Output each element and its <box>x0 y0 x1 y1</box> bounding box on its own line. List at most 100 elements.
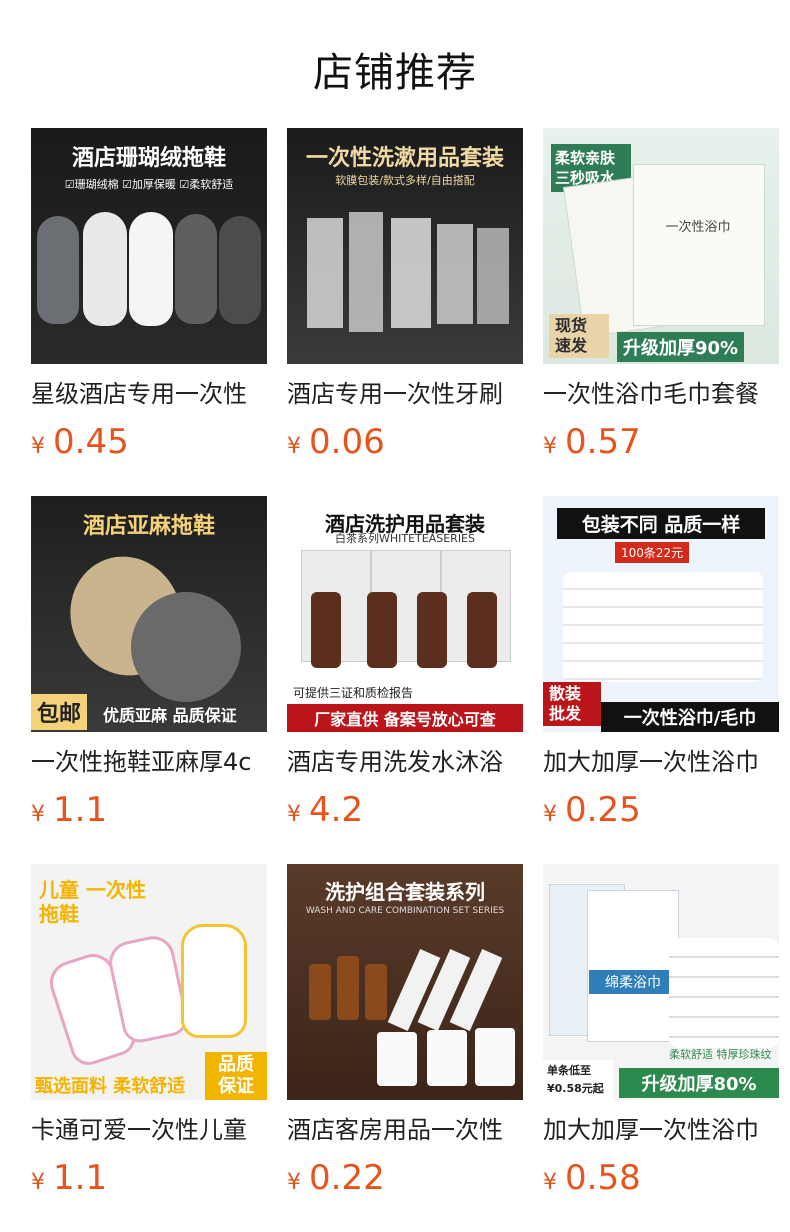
product-image[interactable]: 酒店亚麻拖鞋 包邮 优质亚麻 品质保证 <box>31 496 267 732</box>
currency-symbol: ¥ <box>543 434 557 459</box>
product-price: ¥0.25 <box>543 788 779 832</box>
bottle-shape <box>337 956 359 1020</box>
bottle-shape <box>417 592 447 668</box>
image-caption: 绵柔浴巾 <box>589 970 677 994</box>
currency-symbol: ¥ <box>543 1170 557 1195</box>
product-card[interactable]: 酒店亚麻拖鞋 包邮 优质亚麻 品质保证 一次性拖鞋亚麻厚4c ¥1.1 <box>31 496 267 864</box>
image-subcaption: 一次性浴巾 <box>665 220 731 235</box>
image-caption: 包装不同 品质一样 <box>557 508 765 539</box>
product-image[interactable]: 酒店珊瑚绒拖鞋 ☑珊瑚绒棉 ☑加厚保暖 ☑柔软舒适 <box>31 128 267 364</box>
image-caption: 酒店珊瑚绒拖鞋 <box>71 146 226 171</box>
image-subcaption: 白茶系列WHITETEASERIES <box>334 532 475 545</box>
badge-right: 升级加厚80% <box>619 1068 779 1098</box>
product-card[interactable]: 包装不同 品质一样 100条22元 散装 批发 一次性浴巾/毛巾 加大加厚一次性… <box>543 496 779 864</box>
currency-symbol: ¥ <box>287 434 301 459</box>
product-price: ¥0.58 <box>543 1156 779 1200</box>
product-image[interactable]: 柔软亲肤 三秒吸水 一次性浴巾 现货 速发 升级加厚90% <box>543 128 779 364</box>
price-value: 4.2 <box>309 790 364 830</box>
towel-pack-shape <box>587 890 679 1042</box>
price-value: 1.1 <box>53 1158 108 1198</box>
price-value: 0.25 <box>565 790 641 830</box>
price-value: 0.57 <box>565 422 641 462</box>
price-value: 0.22 <box>309 1158 385 1198</box>
towel-stack-shape <box>563 572 763 682</box>
product-grid: 酒店珊瑚绒拖鞋 ☑珊瑚绒棉 ☑加厚保暖 ☑柔软舒适 星级酒店专用一次性 ¥0.4… <box>31 128 779 1232</box>
product-price: ¥1.1 <box>31 1156 267 1200</box>
slipper-shape <box>181 924 247 1038</box>
product-image[interactable]: 包装不同 品质一样 100条22元 散装 批发 一次性浴巾/毛巾 <box>543 496 779 732</box>
page-title: 店铺推荐 <box>313 50 477 96</box>
badge-right: 优质亚麻 品质保证 <box>103 706 237 725</box>
price-value: 1.1 <box>53 790 108 830</box>
product-name[interactable]: 一次性拖鞋亚麻厚4c <box>31 746 267 778</box>
product-image[interactable]: 绵柔浴巾 柔软舒适 特厚珍珠纹 单条低至 ¥0.58元起 升级加厚80% <box>543 864 779 1100</box>
currency-symbol: ¥ <box>31 802 45 827</box>
slipper-shape <box>83 212 127 326</box>
product-card[interactable]: 一次性洗漱用品套装 软膜包装/款式多样/自由搭配 酒店专用一次性牙刷 ¥0.06 <box>287 128 523 496</box>
bottle-shape <box>311 592 341 668</box>
product-card[interactable]: 酒店珊瑚绒拖鞋 ☑珊瑚绒棉 ☑加厚保暖 ☑柔软舒适 星级酒店专用一次性 ¥0.4… <box>31 128 267 496</box>
bottle-shape <box>309 964 331 1020</box>
product-name[interactable]: 星级酒店专用一次性 <box>31 378 267 410</box>
towel-pack-shape <box>633 164 765 326</box>
product-pack-shape <box>437 224 473 324</box>
product-price: ¥4.2 <box>287 788 523 832</box>
product-card[interactable]: 酒店洗护用品套装 白茶系列WHITETEASERIES 可提供三证和质检报告 厂… <box>287 496 523 864</box>
badge-left: 包邮 <box>31 694 88 730</box>
product-price: ¥0.45 <box>31 420 267 464</box>
pouch-shape <box>427 1030 467 1086</box>
badge-top: 可提供三证和质检报告 <box>293 686 414 700</box>
slipper-shape <box>219 216 261 324</box>
image-subcaption: WASH AND CARE COMBINATION SET SERIES <box>305 906 505 916</box>
product-image[interactable]: 酒店洗护用品套装 白茶系列WHITETEASERIES 可提供三证和质检报告 厂… <box>287 496 523 732</box>
product-card[interactable]: 洗护组合套装系列 WASH AND CARE COMBINATION SET S… <box>287 864 523 1232</box>
product-name[interactable]: 加大加厚一次性浴巾 <box>543 746 779 778</box>
currency-symbol: ¥ <box>31 1170 45 1195</box>
product-name[interactable]: 酒店客房用品一次性 <box>287 1114 523 1146</box>
product-pack-shape <box>307 218 343 328</box>
product-name[interactable]: 酒店专用一次性牙刷 <box>287 378 523 410</box>
product-image[interactable]: 一次性洗漱用品套装 软膜包装/款式多样/自由搭配 <box>287 128 523 364</box>
bottle-shape <box>367 592 397 668</box>
badge-left: 现货 速发 <box>549 314 609 358</box>
slipper-shape <box>129 212 173 326</box>
product-price: ¥1.1 <box>31 788 267 832</box>
product-price: ¥0.06 <box>287 420 523 464</box>
badge-right: 一次性浴巾/毛巾 <box>601 702 779 732</box>
badge-right: 升级加厚90% <box>617 332 745 362</box>
image-subcaption: 100条22元 <box>615 542 690 563</box>
product-card[interactable]: 柔软亲肤 三秒吸水 一次性浴巾 现货 速发 升级加厚90% 一次性浴巾毛巾套餐 … <box>543 128 779 496</box>
product-name[interactable]: 一次性浴巾毛巾套餐 <box>543 378 779 410</box>
product-price: ¥0.57 <box>543 420 779 464</box>
product-name[interactable]: 酒店专用洗发水沐浴 <box>287 746 523 778</box>
image-subcaption: 软膜包装/款式多样/自由搭配 <box>335 174 475 187</box>
product-name[interactable]: 卡通可爱一次性儿童 <box>31 1114 267 1146</box>
badge-left: 单条低至 ¥0.58元起 <box>543 1060 613 1100</box>
bottle-shape <box>365 964 387 1020</box>
price-value: 0.58 <box>565 1158 641 1198</box>
product-pack-shape <box>477 228 509 324</box>
product-pack-shape <box>391 218 431 328</box>
image-caption: 洗护组合套装系列 <box>325 880 485 904</box>
product-card[interactable]: 儿童 一次性拖鞋 甄选面料 柔软舒适 品质 保证 卡通可爱一次性儿童 ¥1.1 <box>31 864 267 1232</box>
image-subcaption: ☑珊瑚绒棉 ☑加厚保暖 ☑柔软舒适 <box>64 178 234 191</box>
towel-stack-shape <box>669 938 779 1048</box>
product-name[interactable]: 加大加厚一次性浴巾 <box>543 1114 779 1146</box>
product-image[interactable]: 洗护组合套装系列 WASH AND CARE COMBINATION SET S… <box>287 864 523 1100</box>
badge-right: 品质 保证 <box>205 1052 267 1100</box>
slipper-shape <box>175 214 217 324</box>
image-caption: 酒店亚麻拖鞋 <box>82 514 215 539</box>
badge-right: 厂家直供 备案号放心可查 <box>287 704 523 732</box>
product-image[interactable]: 儿童 一次性拖鞋 甄选面料 柔软舒适 品质 保证 <box>31 864 267 1100</box>
bottle-shape <box>467 592 497 668</box>
image-subcaption: 柔软舒适 特厚珍珠纹 <box>669 1048 772 1061</box>
slipper-shape <box>37 216 79 324</box>
page-header: 店铺推荐 <box>0 0 790 128</box>
pouch-shape <box>475 1028 515 1086</box>
currency-symbol: ¥ <box>543 802 557 827</box>
currency-symbol: ¥ <box>287 1170 301 1195</box>
price-value: 0.45 <box>53 422 129 462</box>
product-pack-shape <box>349 212 383 332</box>
product-card[interactable]: 绵柔浴巾 柔软舒适 特厚珍珠纹 单条低至 ¥0.58元起 升级加厚80% 加大加… <box>543 864 779 1232</box>
currency-symbol: ¥ <box>31 434 45 459</box>
